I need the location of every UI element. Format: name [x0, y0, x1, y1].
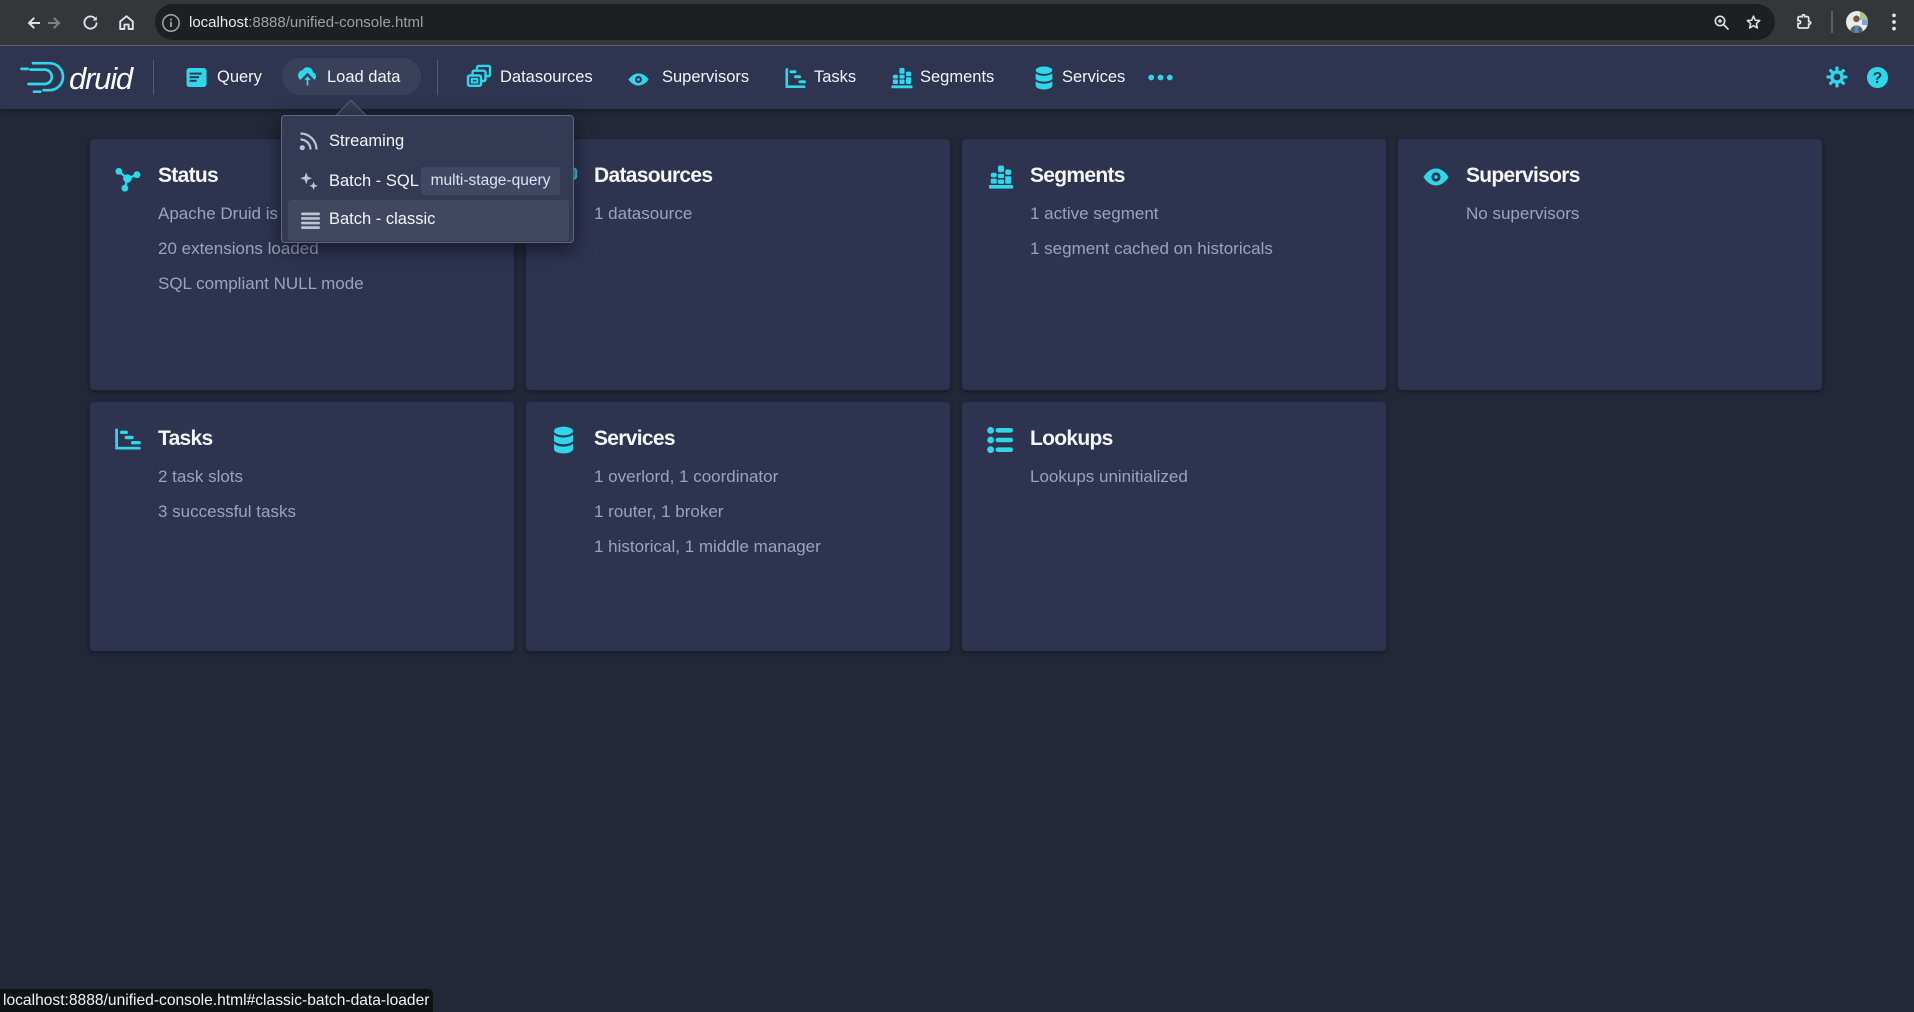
svg-text:?: ? [1873, 70, 1883, 87]
